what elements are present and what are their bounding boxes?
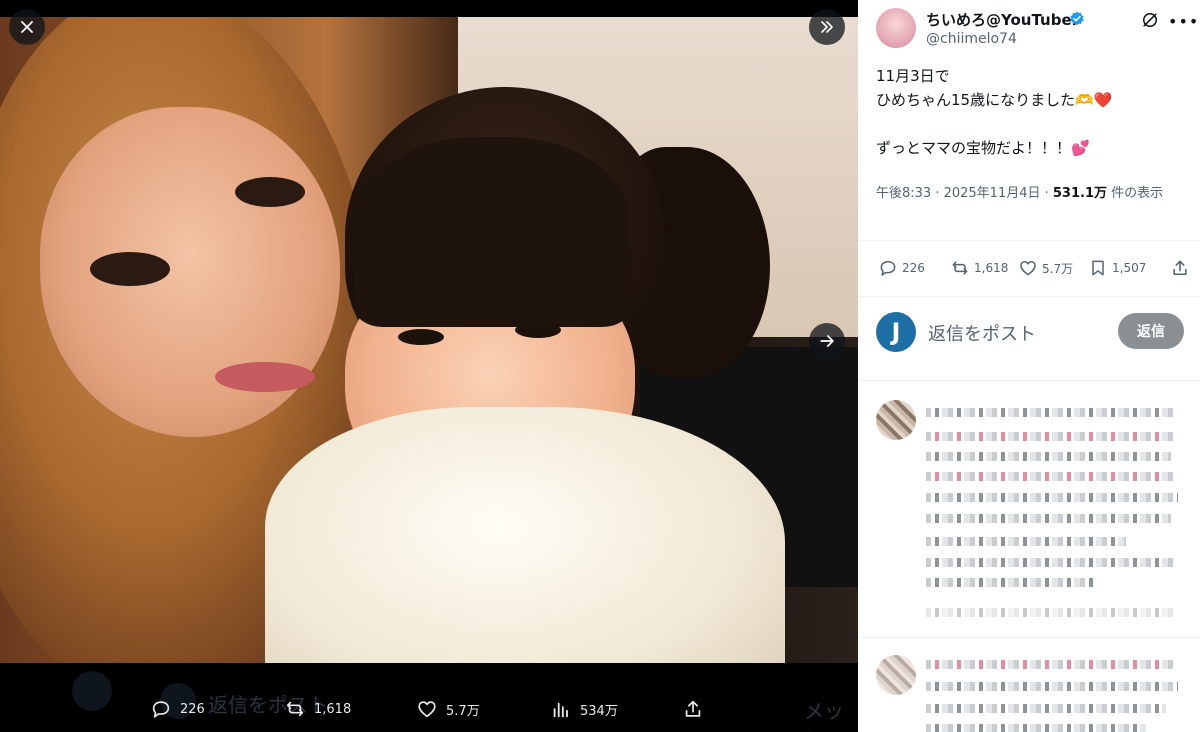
share-button[interactable] bbox=[1170, 258, 1190, 278]
author-handle[interactable]: @chiimelo74 bbox=[926, 31, 1017, 47]
blurred-text-line bbox=[926, 682, 1178, 691]
photo-woman-eye bbox=[235, 177, 305, 207]
media-viewer: 返信をポスト メッセ 226 1,618 5.7万 534万 bbox=[0, 0, 858, 732]
more-options-icon[interactable]: ••• bbox=[1168, 12, 1199, 31]
post-detail-panel: ちいめろ@YouTuber @chiimelo74 ••• 11月3日で ひめち… bbox=[858, 0, 1200, 732]
reply-button[interactable]: 226 bbox=[878, 258, 925, 278]
media-repost-button[interactable]: 1,618 bbox=[284, 698, 351, 720]
divider bbox=[858, 240, 1200, 241]
post-text: 11月3日で ひめちゃん15歳になりました🫶❤️ ずっとママの宝物だよ！！！💕 bbox=[876, 64, 1186, 160]
author-avatar[interactable] bbox=[876, 8, 916, 48]
divider bbox=[858, 380, 1200, 381]
photo-woman-eye bbox=[90, 252, 170, 286]
reply-icon bbox=[152, 701, 170, 718]
blurred-text-line bbox=[926, 514, 1171, 523]
next-media-button[interactable] bbox=[809, 323, 845, 359]
post-text-line bbox=[876, 112, 1186, 136]
verified-badge-icon bbox=[1070, 11, 1084, 26]
divider bbox=[858, 296, 1200, 297]
bookmark-icon bbox=[1092, 260, 1104, 276]
repost-icon bbox=[952, 261, 968, 275]
arrow-right-icon bbox=[820, 335, 834, 347]
blurred-text-line bbox=[926, 704, 1166, 713]
post-view-count: 531.1万 bbox=[1052, 186, 1108, 201]
blurred-text-line bbox=[926, 724, 1146, 732]
share-icon bbox=[685, 700, 701, 717]
media-share-button[interactable] bbox=[682, 698, 704, 720]
post-meta: 午後8:33 · 2025年11月4日 · 531.1万 件の表示 bbox=[876, 183, 1176, 205]
like-count: 5.7万 bbox=[1042, 261, 1074, 276]
reply-submit-button[interactable]: 返信 bbox=[1118, 313, 1184, 349]
blurred-text-line bbox=[926, 472, 1176, 481]
close-button[interactable] bbox=[9, 9, 45, 45]
repost-icon bbox=[286, 701, 304, 717]
reply-input[interactable]: 返信をポスト bbox=[928, 320, 1036, 346]
double-chevron-right-icon bbox=[821, 21, 833, 33]
post-view-label: 件の表示 bbox=[1107, 186, 1164, 201]
close-icon bbox=[21, 21, 33, 33]
current-user-avatar[interactable]: J bbox=[876, 312, 916, 352]
bookmark-count: 1,507 bbox=[1112, 261, 1147, 275]
post-text-line: 11月3日で bbox=[876, 67, 950, 85]
blurred-text-line bbox=[926, 558, 1176, 567]
blurred-text-line bbox=[926, 432, 1176, 441]
blurred-text-line bbox=[926, 493, 1178, 502]
blurred-avatar bbox=[876, 655, 916, 695]
media-action-bar: 226 1,618 5.7万 534万 bbox=[0, 688, 858, 732]
views-icon bbox=[553, 702, 568, 718]
media-repost-count: 1,618 bbox=[314, 701, 352, 717]
divider bbox=[858, 637, 1200, 638]
media-like-count: 5.7万 bbox=[446, 703, 480, 719]
blurred-avatar bbox=[876, 400, 916, 440]
share-icon bbox=[1173, 260, 1187, 276]
photo-woman-lips bbox=[215, 362, 315, 392]
post-timestamp[interactable]: 午後8:33 · 2025年11月4日 · bbox=[876, 186, 1053, 201]
blurred-text-line bbox=[926, 408, 1176, 417]
heart-icon bbox=[1020, 261, 1036, 276]
post-stats: 226 1,618 5.7万 1,507 bbox=[858, 258, 1200, 282]
repost-count: 1,618 bbox=[974, 261, 1009, 275]
post-text-line: ずっとママの宝物だよ！！！💕 bbox=[876, 139, 1090, 157]
blurred-text-line bbox=[926, 578, 1096, 587]
collapse-panel-button[interactable] bbox=[809, 9, 845, 45]
reply-count: 226 bbox=[902, 261, 925, 275]
media-views-button[interactable]: 534万 bbox=[550, 698, 618, 720]
heart-icon bbox=[418, 701, 436, 718]
photo-child-eye bbox=[398, 329, 444, 345]
like-button[interactable]: 5.7万 bbox=[1018, 258, 1073, 278]
bookmark-button[interactable]: 1,507 bbox=[1088, 258, 1146, 278]
media-reply-button[interactable]: 226 bbox=[150, 698, 205, 720]
repost-button[interactable]: 1,618 bbox=[950, 258, 1008, 278]
post-text-line: ひめちゃん15歳になりました🫶❤️ bbox=[876, 91, 1113, 109]
author-name[interactable]: ちいめろ@YouTuber bbox=[926, 9, 1079, 30]
photo-child-eye bbox=[515, 322, 561, 338]
grok-icon[interactable] bbox=[1140, 10, 1160, 30]
post-photo[interactable] bbox=[0, 17, 858, 663]
photo-child-bangs bbox=[355, 137, 630, 327]
media-reply-count: 226 bbox=[180, 701, 205, 717]
media-like-button[interactable]: 5.7万 bbox=[416, 698, 480, 720]
reply-icon bbox=[880, 261, 896, 276]
media-views-count: 534万 bbox=[580, 703, 618, 719]
blurred-actions-line bbox=[926, 608, 1176, 617]
blurred-text-line bbox=[926, 537, 1126, 546]
photo-child-dress bbox=[265, 407, 785, 663]
blurred-text-line bbox=[926, 452, 1171, 461]
blurred-text-line bbox=[926, 660, 1176, 669]
